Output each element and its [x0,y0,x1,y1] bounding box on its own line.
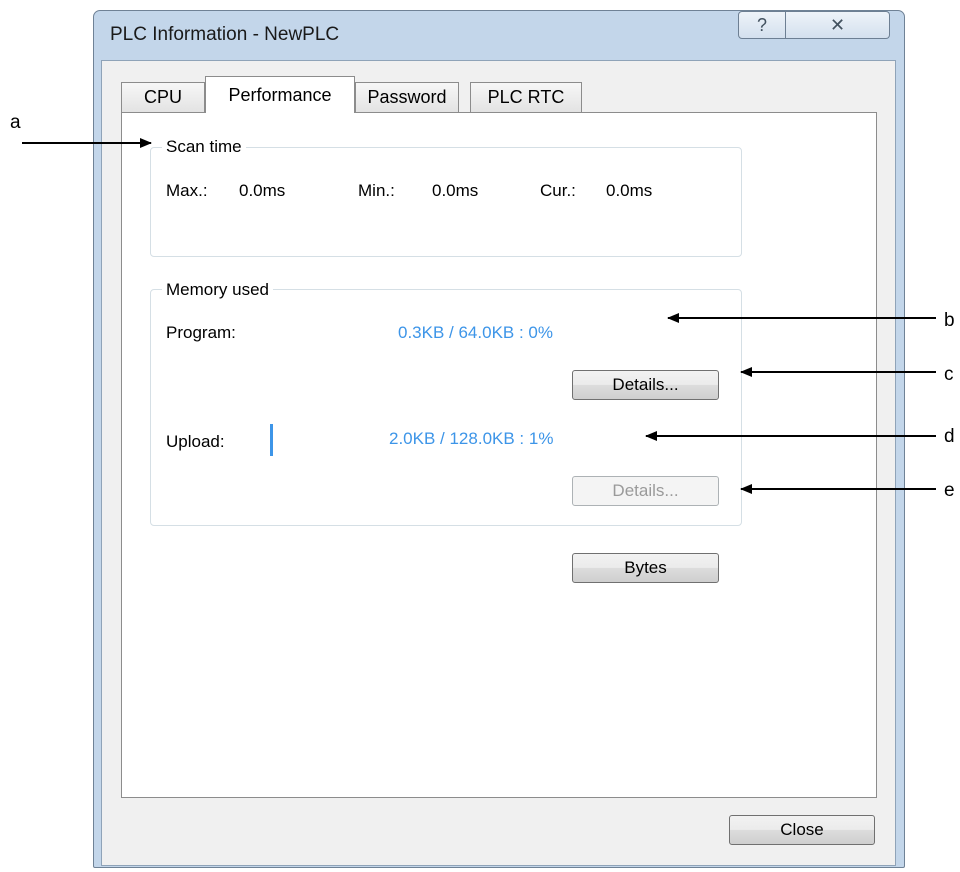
callout-arrows [22,138,936,494]
